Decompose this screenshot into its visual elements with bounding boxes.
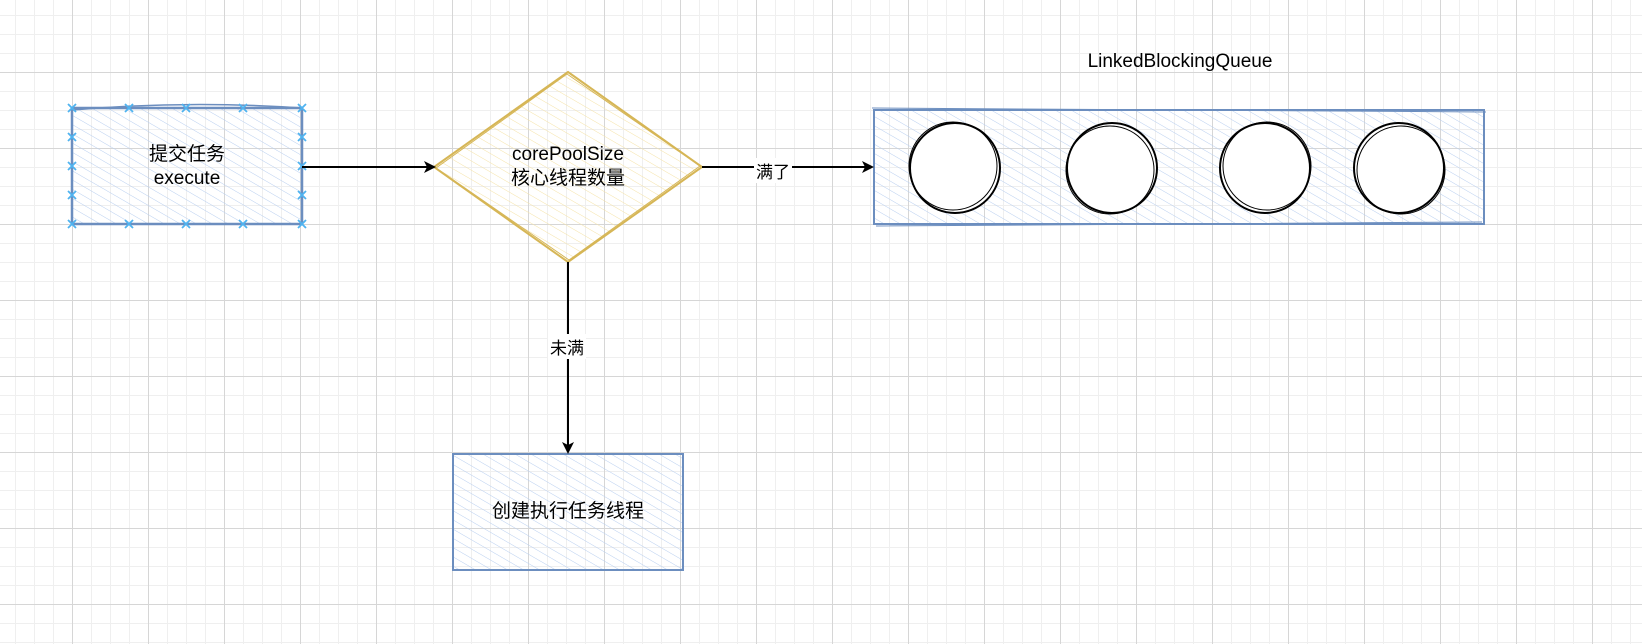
submit-task-line1: 提交任务 bbox=[148, 144, 225, 165]
queue-title: LinkedBlockingQueue bbox=[1087, 51, 1273, 72]
submit-task-line2: execute bbox=[153, 168, 221, 189]
submit-task-label: 提交任务 execute bbox=[72, 143, 302, 191]
diagram-canvas bbox=[67, 70, 1487, 571]
decision-label: corePoolSize 核心线程数量 bbox=[468, 143, 668, 191]
decision-line2: 核心线程数量 bbox=[510, 168, 625, 189]
decision-line1: corePoolSize bbox=[512, 144, 624, 165]
queue-slot bbox=[1219, 121, 1312, 214]
queue-slot bbox=[908, 121, 1001, 214]
edge-label-not-full: 未满 bbox=[548, 334, 586, 359]
edge-label-full: 满了 bbox=[754, 158, 792, 183]
create-thread-label: 创建执行任务线程 bbox=[491, 501, 644, 522]
queue-slot bbox=[1065, 122, 1158, 215]
queue-slot bbox=[1353, 122, 1446, 215]
